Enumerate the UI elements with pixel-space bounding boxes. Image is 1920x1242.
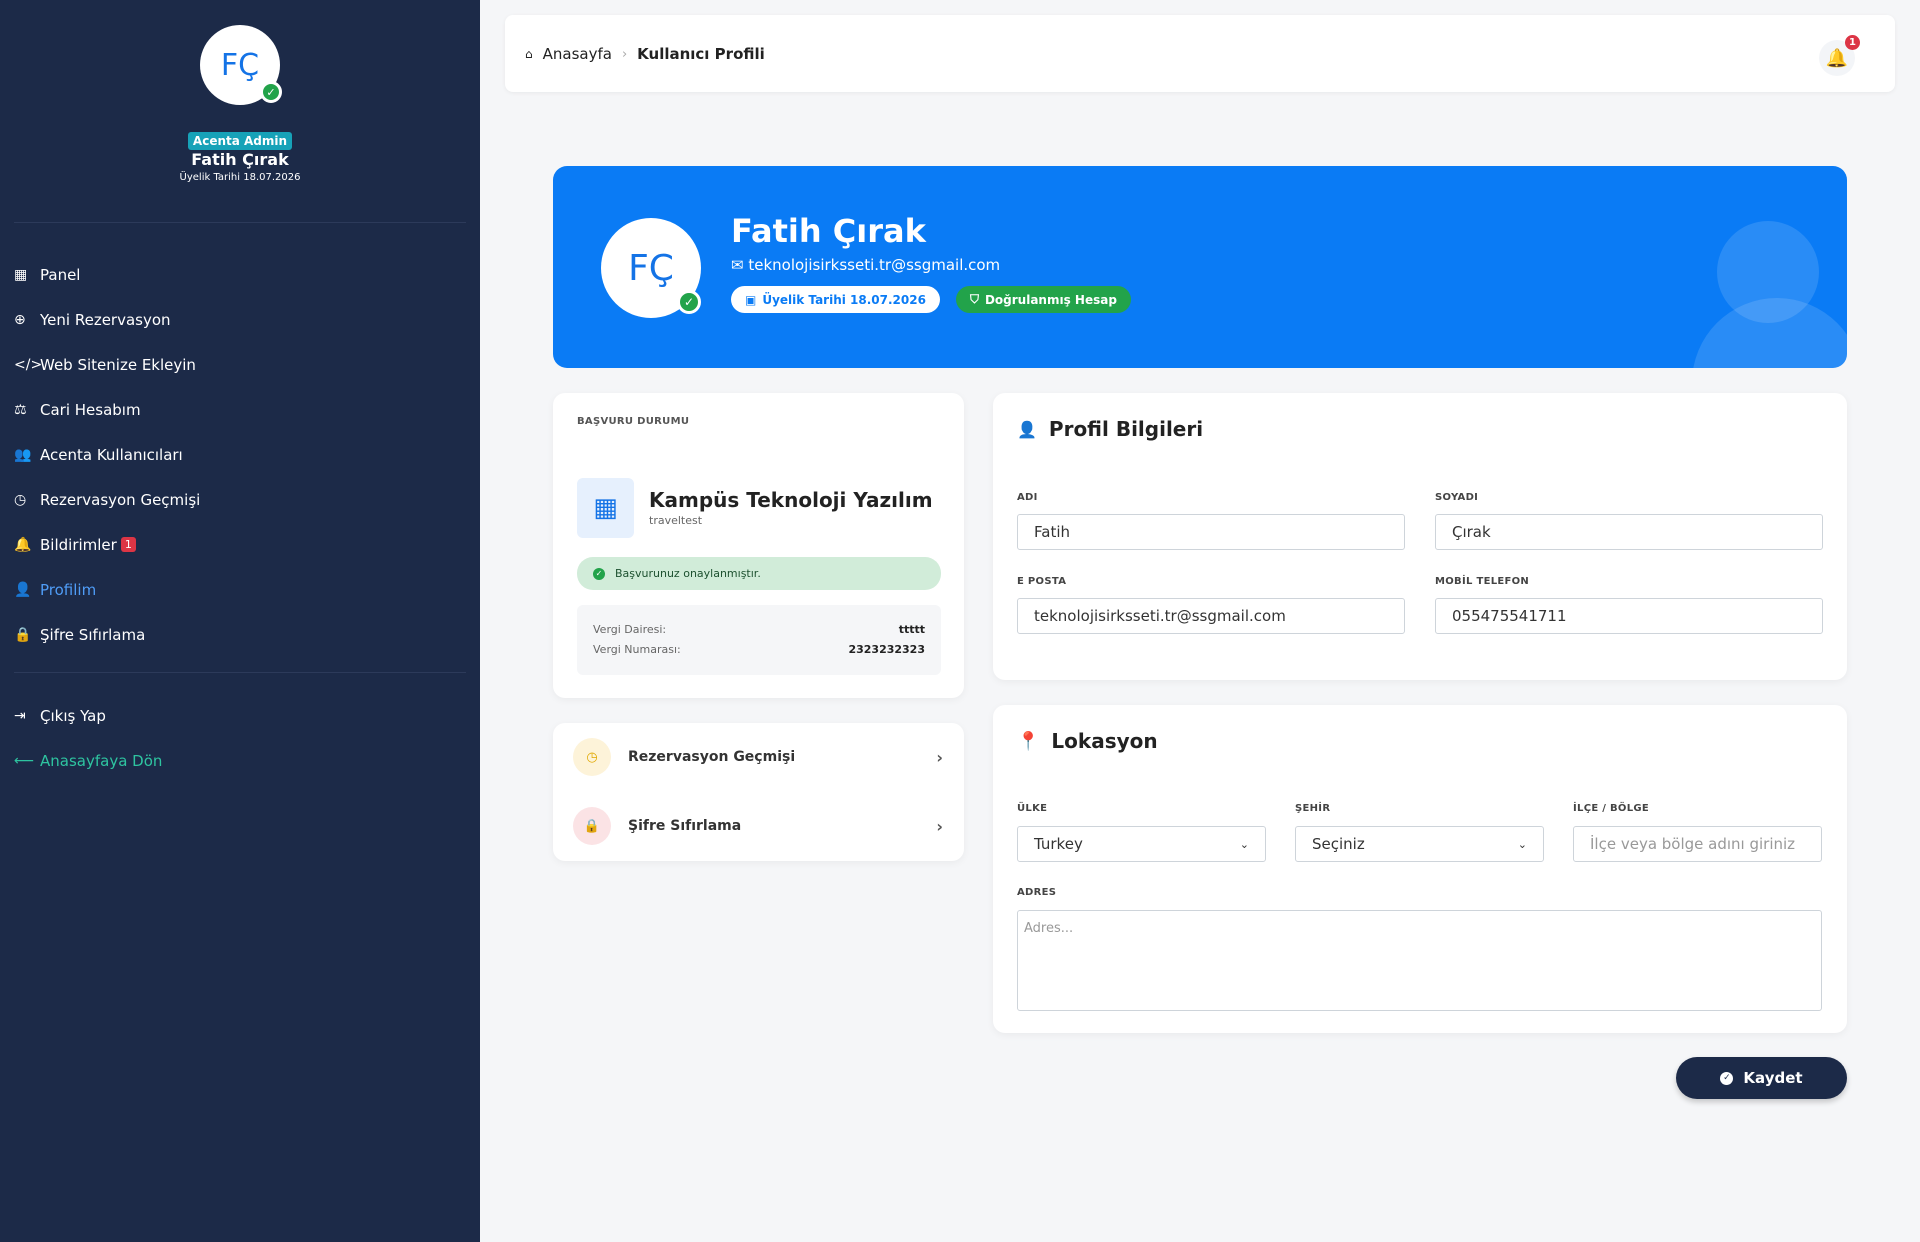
district-label: İLÇE / BÖLGE [1573,803,1650,814]
check-circle-icon: ✓ [593,567,605,580]
quick-links-card: ◷ Rezervasyon Geçmişi › 🔒 Şifre Sıfırlam… [553,723,964,861]
clock-icon: ◷ [573,738,611,776]
user-icon: 👤 [1017,419,1037,439]
chevron-right-icon: › [936,747,943,767]
sidebar-menu: ▦ Panel ⊕ Yeni Rezervasyon </> Web Sitenize… [14,252,464,657]
first-name-label: ADI [1017,492,1038,503]
users-icon: 👥 [14,446,32,463]
notifications-button[interactable]: 🔔 1 [1819,35,1860,76]
sidebar-item-account[interactable]: ⚖ Cari Hesabım [14,387,464,432]
sidebar-avatar: FÇ ✓ [200,25,282,105]
district-input[interactable]: İlçe veya bölge adını giriniz [1573,826,1822,862]
sidebar-menu-bottom: ⇥ Çıkış Yap ⟵ Anasayfaya Dön [14,693,464,783]
home-icon: ⌂ [525,47,533,61]
breadcrumb-current: Kullanıcı Profili [637,45,765,63]
map-pin-icon: 📍 [1017,730,1040,752]
sidebar-item-notifications[interactable]: 🔔 Bildirimler 1 [14,522,464,567]
grid-icon: ▦ [14,266,28,283]
sidebar-item-panel[interactable]: ▦ Panel [14,252,464,297]
calendar-icon: ▣ [745,292,757,307]
member-since-pill: ▣ Üyelik Tarihi 18.07.2026 [731,286,940,313]
lock-icon: 🔒 [573,807,611,845]
user-silhouette-icon [1692,221,1847,368]
city-label: ŞEHİR [1295,803,1331,814]
country-label: ÜLKE [1017,803,1048,814]
company-subtitle: traveltest [649,514,703,527]
building-icon: ▦ [577,478,634,538]
sidebar-item-password-reset[interactable]: 🔒 Şifre Sıfırlama [14,612,464,657]
status-label: BAŞVURU DURUMU [577,416,690,427]
chevron-right-icon: › [936,816,943,836]
profile-card-title: 👤 Profil Bilgileri [1017,417,1204,441]
country-select[interactable]: Turkey ⌄ [1017,826,1266,862]
plus-circle-icon: ⊕ [14,311,26,328]
verified-pill: ⛉ Doğrulanmış Hesap [955,286,1131,313]
breadcrumb: ⌂ Anasayfa › Kullanıcı Profili [525,45,765,63]
chevron-right-icon: › [621,46,628,62]
last-name-label: SOYADI [1435,492,1479,503]
profile-hero: FÇ ✓ Fatih Çırak ✉ teknolojisirksseti.tr… [553,166,1847,368]
notification-count-badge: 1 [1845,35,1860,50]
clock-icon: ◷ [14,491,27,508]
tax-office-value: ttttt [898,623,925,636]
sidebar-member-date: Üyelik Tarihi 18.07.2026 [179,172,301,183]
chevron-down-icon: ⌄ [1239,837,1249,851]
phone-input[interactable]: 055475541711 [1435,598,1823,634]
verified-check-icon: ✓ [260,81,282,103]
email-input[interactable]: teknolojisirksseti.tr@ssgmail.com [1017,598,1405,634]
code-icon: </> [14,356,43,373]
sidebar-item-logout[interactable]: ⇥ Çıkış Yap [14,693,464,738]
breadcrumb-home[interactable]: Anasayfa [543,45,612,63]
link-reservation-history[interactable]: ◷ Rezervasyon Geçmişi › [573,737,943,777]
sidebar-user-name: Fatih Çırak [191,150,289,169]
company-name: Kampüs Teknoloji Yazılım [649,488,933,512]
scale-icon: ⚖ [14,401,27,418]
hero-name: Fatih Çırak [731,212,926,250]
bell-icon: 🔔 [1825,47,1849,69]
topbar: ⌂ Anasayfa › Kullanıcı Profili 🔔 1 [505,15,1895,92]
user-icon: 👤 [14,581,32,598]
shield-icon: ⛉ [969,292,979,306]
sidebar-item-profile[interactable]: 👤 Profilim [14,567,464,612]
notification-badge: 1 [120,537,136,552]
sidebar-divider [14,672,466,673]
sidebar-divider [14,222,466,223]
envelope-icon: ✉ [731,256,744,274]
chevron-down-icon: ⌄ [1517,837,1527,851]
profile-info-card: 👤 Profil Bilgileri ADI Fatih SOYADI Çıra… [993,393,1847,680]
address-label: ADRES [1017,887,1057,898]
last-name-input[interactable]: Çırak [1435,514,1823,550]
sidebar-item-embed[interactable]: </> Web Sitenize Ekleyin [14,342,464,387]
hero-email: ✉ teknolojisirksseti.tr@ssgmail.com [731,256,1001,274]
verified-check-icon: ✓ [677,290,701,314]
sign-out-icon: ⇥ [14,707,26,724]
city-select[interactable]: Seçiniz ⌄ [1295,826,1544,862]
sidebar-item-reservation-history[interactable]: ◷ Rezervasyon Geçmişi [14,477,464,522]
location-card-title: 📍 Lokasyon [1017,729,1158,753]
bell-icon: 🔔 [14,536,32,553]
address-textarea[interactable]: Adres... [1017,910,1822,1011]
avatar-initials: FÇ [220,47,260,83]
link-password-reset[interactable]: 🔒 Şifre Sıfırlama › [573,806,943,846]
sidebar-item-home[interactable]: ⟵ Anasayfaya Dön [14,738,464,783]
phone-label: MOBİL TELEFON [1435,576,1530,587]
role-badge: Acenta Admin [187,132,293,150]
check-circle-icon: ✓ [1720,1071,1734,1085]
approved-alert: ✓ Başvurunuz onaylanmıştır. [577,557,941,590]
sidebar-item-new-reservation[interactable]: ⊕ Yeni Rezervasyon [14,297,464,342]
hero-avatar: FÇ ✓ [601,218,701,318]
location-card: 📍 Lokasyon ÜLKE Turkey ⌄ ŞEHİR Seçiniz ⌄ İ… [993,705,1847,1033]
first-name-input[interactable]: Fatih [1017,514,1405,550]
tax-info-box: Vergi Dairesi: ttttt Vergi Numarası: 23232… [577,605,941,675]
arrow-left-icon: ⟵ [14,752,35,769]
sidebar-item-agency-users[interactable]: 👥 Acenta Kullanıcıları [14,432,464,477]
sidebar: FÇ ✓ Acenta Admin Fatih Çırak Üyelik Tar… [0,0,480,1242]
email-label: E POSTA [1017,576,1067,587]
save-button[interactable]: ✓ Kaydet [1676,1057,1847,1099]
tax-number-value: 2323232323 [848,643,925,656]
application-status-card: BAŞVURU DURUMU ▦ Kampüs Teknoloji Yazılı… [553,393,964,698]
lock-icon: 🔒 [14,626,32,643]
